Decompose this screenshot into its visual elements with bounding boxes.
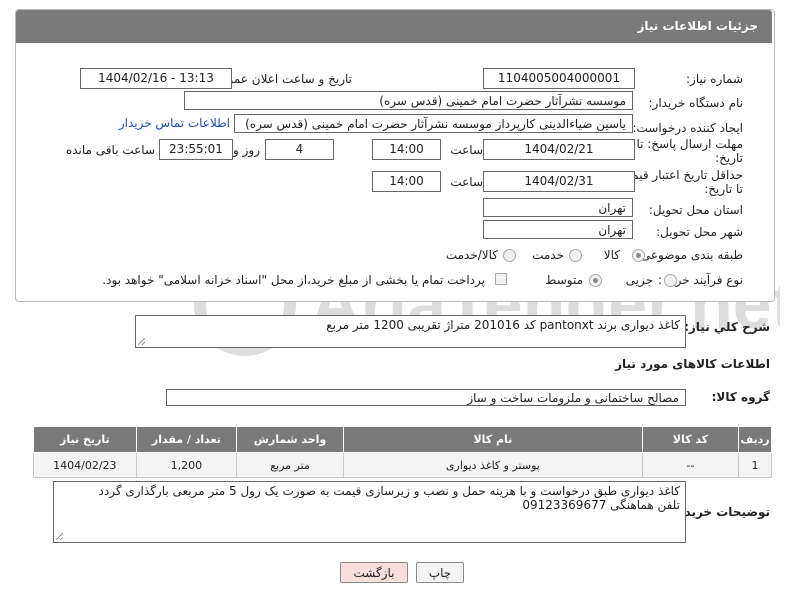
city-field[interactable]: تهران — [483, 220, 633, 239]
print-button[interactable]: چاپ — [416, 562, 464, 583]
buyer-contact-link[interactable]: اطلاعات تماس خریدار — [119, 116, 230, 130]
announce-date-field[interactable]: 1404/02/16 - 13:13 — [80, 68, 232, 89]
cell-name: پوستر و کاغذ دیواری — [342, 452, 643, 478]
description-textarea[interactable]: کاغذ دیواری برند pantonxt کد 201016 مترا… — [135, 315, 686, 348]
city-label: شهر محل تحویل: — [656, 225, 743, 239]
days-field[interactable]: 4 — [265, 139, 334, 160]
panel-header: جزئیات اطلاعات نیاز — [16, 10, 772, 43]
panel-title: جزئیات اطلاعات نیاز — [637, 19, 758, 33]
deadline-date-field[interactable]: 1404/02/21 — [483, 139, 635, 160]
cell-row: 1 — [738, 452, 772, 478]
deadline-time-label: ساعت — [450, 143, 483, 157]
col-row: ردیف — [738, 426, 772, 453]
treasury-payment-checkbox[interactable] — [495, 273, 507, 285]
category-option-goods: کالا — [603, 248, 620, 262]
validity-time-field[interactable]: 14:00 — [372, 171, 441, 192]
requester-label: ایجاد کننده درخواست: — [632, 121, 743, 135]
buyer-org-label: نام دستگاه خریدار: — [648, 96, 744, 110]
process-radio-minor[interactable] — [664, 274, 677, 287]
buyer-notes-line-1: کاغذ دیواری طبق درخواست و با هزینه حمل و… — [98, 484, 680, 498]
category-label: طبقه بندی موضوعی: — [636, 248, 743, 262]
resize-grip-icon[interactable] — [56, 533, 63, 540]
cell-code: -- — [641, 452, 740, 478]
deadline-time-field[interactable]: 14:00 — [372, 139, 441, 160]
goods-section-title: اطلاعات کالاهای مورد نیاز — [615, 357, 770, 371]
validity-time-label: ساعت — [450, 175, 483, 189]
need-number-label: شماره نیاز: — [686, 72, 743, 86]
table-row[interactable]: 1 -- پوستر و کاغذ دیواری متر مربع 1,200 … — [33, 452, 772, 478]
deadline-label: مهلت ارسال پاسخ: تا تاریخ: — [636, 137, 743, 165]
goods-group-field[interactable]: مصالح ساختمانی و ملزومات ساخت و ساز — [166, 389, 686, 406]
resize-grip-icon[interactable] — [138, 338, 145, 345]
cell-unit: متر مربع — [236, 452, 344, 478]
category-radio-goods-service[interactable] — [503, 249, 516, 262]
back-button[interactable]: بازگشت — [340, 562, 408, 583]
treasury-payment-note: پرداخت تمام یا بخشی از مبلغ خرید،از محل … — [102, 273, 485, 287]
process-option-medium: متوسط — [545, 273, 583, 287]
remaining-time-field[interactable]: 23:55:01 — [159, 139, 233, 160]
validity-date-field[interactable]: 1404/02/31 — [483, 171, 635, 192]
process-option-minor: جزیی — [625, 273, 653, 287]
col-need-date: تاریخ نیاز — [33, 426, 137, 453]
category-radio-service[interactable] — [569, 249, 582, 262]
description-label: شرح کلي نياز: — [684, 320, 770, 334]
goods-table-header: ردیف کد کالا نام کالا واحد شمارش تعداد /… — [33, 426, 772, 453]
col-quantity: تعداد / مقدار — [135, 426, 238, 453]
buyer-notes-textarea[interactable]: کاغذ دیواری طبق درخواست و با هزینه حمل و… — [53, 481, 686, 543]
province-field[interactable]: تهران — [483, 198, 633, 217]
cell-quantity: 1,200 — [135, 452, 238, 478]
col-name: نام کالا — [342, 426, 643, 453]
days-label: روز و — [233, 143, 260, 157]
buyer-org-field[interactable]: موسسه نشرآثار حضرت امام خمینی (قدس سره) — [184, 91, 633, 110]
category-option-goods-service: کالا/خدمت — [445, 248, 498, 262]
requester-field[interactable]: یاسین ضیاءالدینی کارپرداز موسسه نشرآثار … — [234, 114, 633, 133]
remaining-time-label: ساعت باقی مانده — [65, 143, 155, 157]
province-label: استان محل تحویل: — [648, 203, 743, 217]
buyer-notes-line-2: تلفن هماهنگی 09123369677 — [522, 498, 680, 512]
need-number-field[interactable]: 1104005004000001 — [483, 68, 635, 89]
category-option-service: خدمت — [532, 248, 564, 262]
goods-table: ردیف کد کالا نام کالا واحد شمارش تعداد /… — [33, 426, 772, 478]
col-unit: واحد شمارش — [236, 426, 344, 453]
goods-group-label: گروه کالا: — [711, 390, 770, 404]
cell-need-date: 1404/02/23 — [33, 452, 137, 478]
description-text: کاغذ دیواری برند pantonxt کد 201016 مترا… — [326, 318, 680, 332]
process-radio-medium[interactable] — [589, 274, 602, 287]
category-radio-goods[interactable] — [632, 249, 645, 262]
col-code: کد کالا — [641, 426, 740, 453]
